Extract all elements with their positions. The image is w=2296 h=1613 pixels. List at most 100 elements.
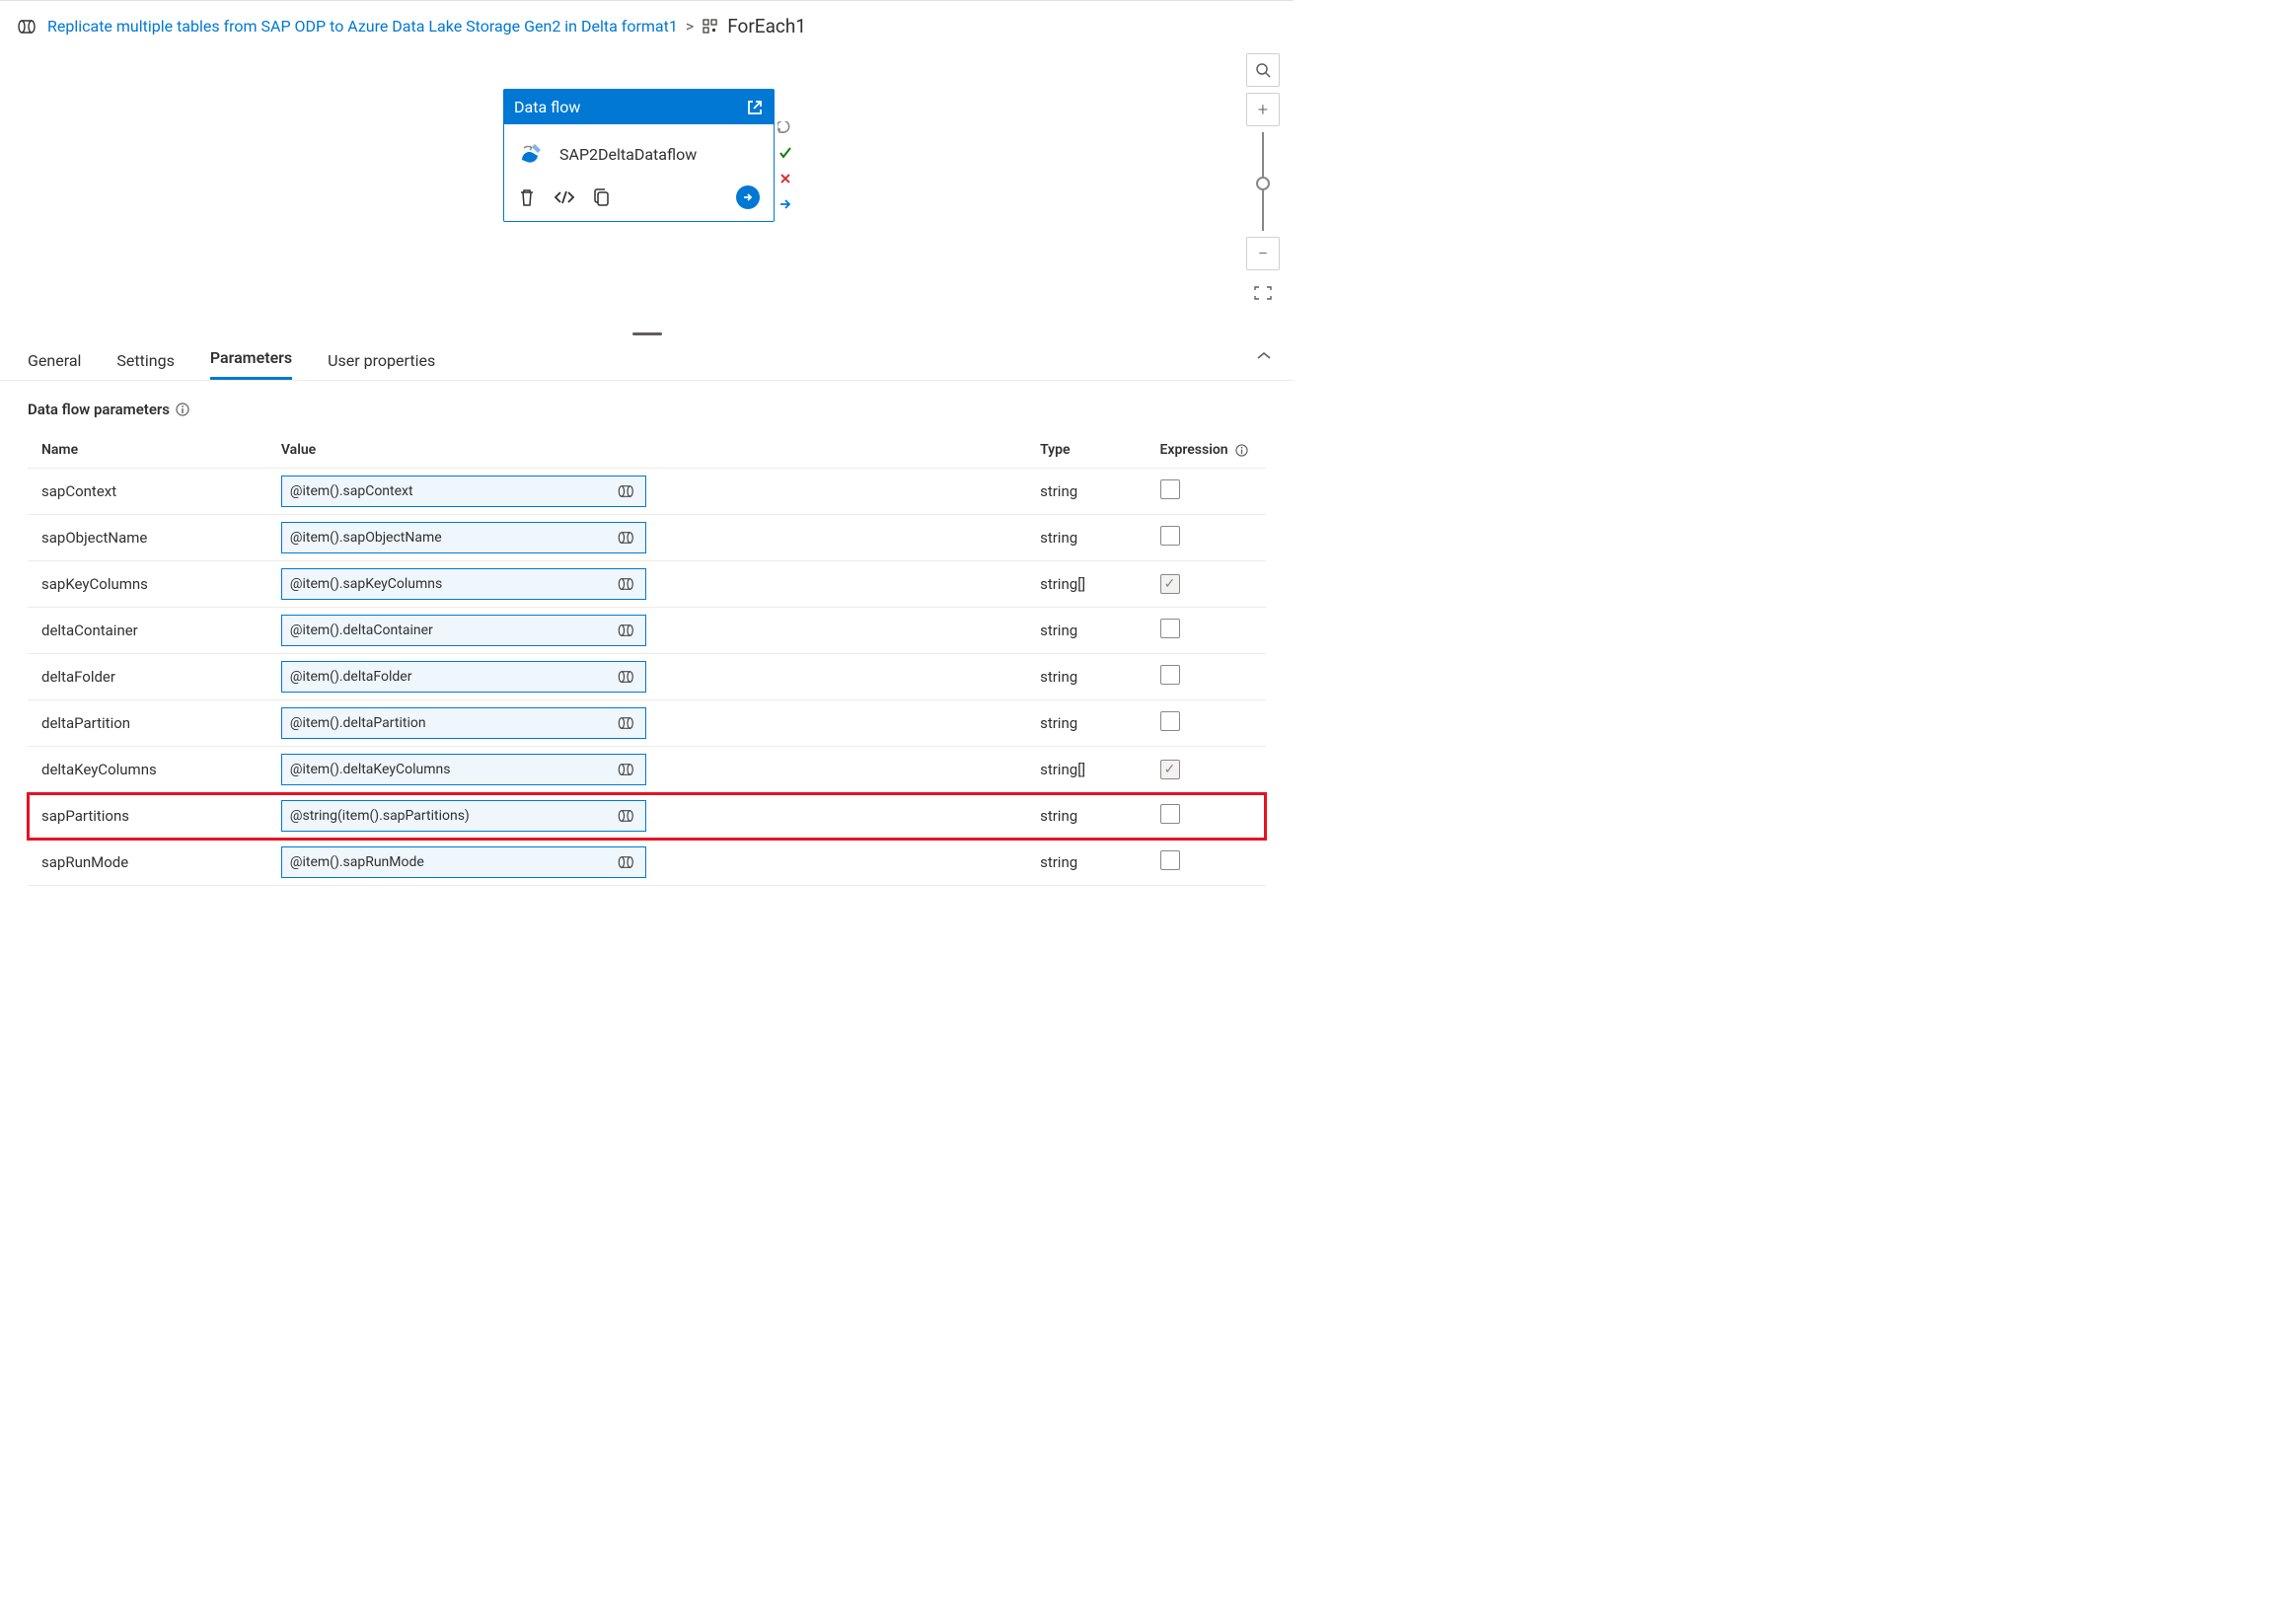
card-body: SAP2DeltaDataflow: [504, 124, 774, 180]
param-name: deltaFolder: [28, 654, 267, 700]
column-header-type: Type: [1026, 432, 1146, 469]
open-external-icon[interactable]: [746, 99, 764, 116]
param-expression-cell: [1147, 654, 1266, 700]
dynamic-content-icon[interactable]: [618, 623, 637, 637]
param-value-cell: @item().deltaKeyColumns: [267, 747, 1026, 793]
param-value-text: @item().sapContext: [290, 483, 413, 499]
param-name: deltaKeyColumns: [28, 747, 267, 793]
param-type: string[]: [1026, 747, 1146, 793]
expression-checkbox[interactable]: [1160, 479, 1180, 499]
skip-icon[interactable]: [776, 194, 795, 214]
dynamic-content-icon[interactable]: [618, 763, 637, 776]
dynamic-content-icon[interactable]: [618, 531, 637, 545]
param-expression-cell: [1147, 608, 1266, 654]
expression-checkbox[interactable]: [1160, 850, 1180, 870]
param-name: deltaPartition: [28, 700, 267, 747]
breadcrumb-separator: >: [686, 17, 694, 36]
expression-checkbox[interactable]: [1160, 760, 1180, 779]
tab-settings[interactable]: Settings: [116, 351, 174, 380]
param-value-input[interactable]: @item().deltaPartition: [281, 707, 646, 739]
dynamic-content-icon[interactable]: [618, 484, 637, 498]
section-title: Data flow parameters: [28, 401, 1266, 418]
param-value-input[interactable]: @item().sapRunMode: [281, 846, 646, 878]
table-row: deltaKeyColumns @item().deltaKeyColumns st…: [28, 747, 1266, 793]
param-value-input[interactable]: @item().deltaKeyColumns: [281, 754, 646, 785]
retry-icon[interactable]: [776, 117, 795, 137]
pipeline-icon: [18, 19, 39, 35]
breadcrumb-current: ForEach1: [727, 15, 806, 37]
zoom-in-button[interactable]: +: [1246, 93, 1280, 126]
copy-icon[interactable]: [593, 187, 611, 207]
param-expression-cell: [1147, 469, 1266, 515]
foreach-icon: [702, 18, 719, 36]
table-row: sapObjectName@item().sapObjectNamestring: [28, 515, 1266, 561]
column-header-expression: Expression: [1147, 432, 1266, 469]
param-value-cell: @item().sapRunMode: [267, 840, 1026, 886]
info-icon[interactable]: [1235, 444, 1248, 457]
param-name: sapKeyColumns: [28, 561, 267, 608]
tab-user-properties[interactable]: User properties: [328, 351, 435, 380]
param-value-cell: @item().deltaContainer: [267, 608, 1026, 654]
param-type: string: [1026, 608, 1146, 654]
param-type: string: [1026, 700, 1146, 747]
pipeline-canvas[interactable]: Data flow SAP2DeltaDataflow: [0, 43, 1294, 339]
param-value-cell: @item().sapObjectName: [267, 515, 1026, 561]
info-icon[interactable]: [176, 403, 189, 416]
param-value-input[interactable]: @item().sapContext: [281, 476, 646, 507]
node-side-actions: [776, 117, 795, 214]
dynamic-content-icon[interactable]: [618, 670, 637, 684]
param-value-input[interactable]: @item().deltaContainer: [281, 615, 646, 646]
param-expression-cell: [1147, 793, 1266, 840]
param-expression-cell: [1147, 840, 1266, 886]
search-button[interactable]: [1246, 53, 1280, 87]
param-value-cell: @item().sapContext: [267, 469, 1026, 515]
dynamic-content-icon[interactable]: [618, 577, 637, 591]
table-row: sapRunMode@item().sapRunModestring: [28, 840, 1266, 886]
code-icon[interactable]: [554, 189, 575, 205]
delete-icon[interactable]: [518, 187, 536, 207]
param-value-input[interactable]: @string(item().sapPartitions): [281, 800, 646, 832]
details-tabs: General Settings Parameters User propert…: [0, 339, 1294, 381]
expression-checkbox[interactable]: [1160, 804, 1180, 824]
param-value-cell: @string(item().sapPartitions): [267, 793, 1026, 840]
breadcrumb: Replicate multiple tables from SAP ODP t…: [0, 1, 1294, 43]
expression-checkbox[interactable]: [1160, 619, 1180, 638]
zoom-out-button[interactable]: −: [1246, 237, 1280, 270]
tab-general[interactable]: General: [28, 351, 81, 380]
param-value-cell: @item().sapKeyColumns: [267, 561, 1026, 608]
param-value-input[interactable]: @item().sapObjectName: [281, 522, 646, 553]
dynamic-content-icon[interactable]: [618, 809, 637, 823]
param-expression-cell: [1147, 515, 1266, 561]
failure-icon[interactable]: [776, 169, 795, 188]
param-value-input[interactable]: @item().deltaFolder: [281, 661, 646, 693]
dynamic-content-icon[interactable]: [618, 855, 637, 869]
expression-checkbox[interactable]: [1160, 711, 1180, 731]
param-value-text: @item().deltaContainer: [290, 623, 433, 638]
fit-to-screen-icon[interactable]: [1254, 286, 1272, 300]
dataflow-activity-card[interactable]: Data flow SAP2DeltaDataflow: [503, 89, 775, 222]
collapse-panel-icon[interactable]: [1256, 351, 1272, 361]
dynamic-content-icon[interactable]: [618, 716, 637, 730]
parameters-section: Data flow parameters Name Value Type Exp…: [0, 381, 1294, 886]
run-icon[interactable]: [736, 185, 760, 209]
success-icon[interactable]: [776, 143, 795, 163]
zoom-slider[interactable]: [1262, 132, 1264, 231]
table-row: sapPartitions@string(item().sapPartition…: [28, 793, 1266, 840]
param-expression-cell: [1147, 561, 1266, 608]
expression-checkbox[interactable]: [1160, 574, 1180, 594]
param-value-input[interactable]: @item().sapKeyColumns: [281, 568, 646, 600]
expression-checkbox[interactable]: [1160, 526, 1180, 546]
param-value-text: @item().deltaPartition: [290, 715, 426, 731]
breadcrumb-link-root[interactable]: Replicate multiple tables from SAP ODP t…: [47, 17, 678, 36]
tab-parameters[interactable]: Parameters: [210, 348, 292, 380]
expression-checkbox[interactable]: [1160, 665, 1180, 685]
param-value-text: @item().deltaKeyColumns: [290, 762, 451, 777]
param-name: deltaContainer: [28, 608, 267, 654]
dataflow-icon: [518, 140, 548, 168]
card-footer: [504, 180, 774, 221]
canvas-controls: + −: [1246, 53, 1280, 300]
panel-resize-handle[interactable]: [632, 332, 662, 335]
section-title-text: Data flow parameters: [28, 401, 170, 418]
param-expression-cell: [1147, 747, 1266, 793]
param-name: sapContext: [28, 469, 267, 515]
